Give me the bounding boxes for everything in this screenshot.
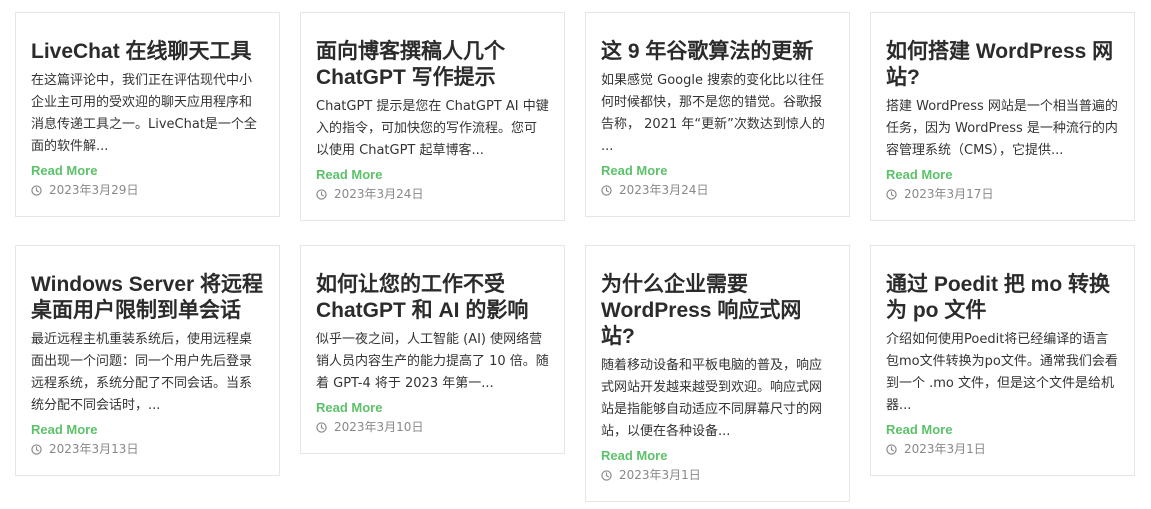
post-date-text: 2023年3月24日 — [619, 183, 709, 197]
post-excerpt: 搭建 WordPress 网站是一个相当普遍的任务，因为 WordPress 是… — [886, 99, 1118, 158]
clock-icon — [601, 184, 612, 196]
post-date: 2023年3月17日 — [886, 186, 1119, 202]
post-title[interactable]: 这 9 年谷歌算法的更新 — [601, 39, 834, 65]
post-title[interactable]: 通过 Poedit 把 mo 转换为 po 文件 — [886, 272, 1119, 324]
post-title[interactable]: 如何搭建 WordPress 网站? — [886, 39, 1119, 91]
post-date: 2023年3月13日 — [31, 441, 264, 457]
post-date-text: 2023年3月29日 — [49, 183, 139, 197]
post-excerpt: 随着移动设备和平板电脑的普及，响应式网站开发越来越受到欢迎。响应式网站是指能够自… — [601, 358, 823, 439]
post-date: 2023年3月1日 — [886, 441, 1119, 457]
post-title[interactable]: 为什么企业需要 WordPress 响应式网站? — [601, 272, 834, 350]
post-card: 如何搭建 WordPress 网站? 搭建 WordPress 网站是一个相当普… — [870, 12, 1135, 221]
clock-icon — [886, 188, 897, 200]
read-more-link[interactable]: Read More — [31, 421, 264, 439]
post-date-text: 2023年3月17日 — [904, 187, 994, 201]
post-date: 2023年3月29日 — [31, 182, 264, 198]
post-title[interactable]: Windows Server 将远程桌面用户限制到单会话 — [31, 272, 264, 324]
post-title[interactable]: 如何让您的工作不受 ChatGPT 和 AI 的影响 — [316, 272, 549, 324]
post-grid: LiveChat 在线聊天工具 在这篇评论中，我们正在评估现代中小企业主可用的受… — [15, 12, 1135, 502]
post-date-text: 2023年3月10日 — [334, 420, 424, 434]
post-excerpt: 如果感觉 Google 搜索的变化比以往任何时候都快，那不是您的错觉。谷歌报告称… — [601, 73, 825, 154]
post-excerpt: 介绍如何使用Poedit将已经编译的语言包mo文件转换为po文件。通常我们会看到… — [886, 332, 1118, 413]
post-excerpt: 在这篇评论中，我们正在评估现代中小企业主可用的受欢迎的聊天应用程序和消息传递工具… — [31, 73, 257, 154]
post-excerpt: ChatGPT 提示是您在 ChatGPT AI 中键入的指令，可加快您的写作流… — [316, 99, 549, 158]
read-more-link[interactable]: Read More — [601, 162, 834, 180]
clock-icon — [31, 184, 42, 196]
clock-icon — [601, 469, 612, 481]
read-more-link[interactable]: Read More — [316, 166, 549, 184]
post-date: 2023年3月10日 — [316, 419, 549, 435]
post-card: 这 9 年谷歌算法的更新 如果感觉 Google 搜索的变化比以往任何时候都快，… — [585, 12, 850, 217]
post-date: 2023年3月24日 — [316, 186, 549, 202]
read-more-link[interactable]: Read More — [886, 421, 1119, 439]
clock-icon — [316, 421, 327, 433]
read-more-link[interactable]: Read More — [601, 447, 834, 465]
read-more-link[interactable]: Read More — [886, 166, 1119, 184]
post-date-text: 2023年3月13日 — [49, 442, 139, 456]
post-card: 如何让您的工作不受 ChatGPT 和 AI 的影响 似乎一夜之间，人工智能 (… — [300, 245, 565, 454]
post-excerpt: 似乎一夜之间，人工智能 (AI) 使网络营销人员内容生产的能力提高了 10 倍。… — [316, 332, 549, 391]
post-excerpt: 最近远程主机重装系统后，使用远程桌面出现一个问题：同一个用户先后登录远程系统，系… — [31, 332, 253, 413]
post-date-text: 2023年3月1日 — [904, 442, 986, 456]
read-more-link[interactable]: Read More — [31, 162, 264, 180]
post-date-text: 2023年3月24日 — [334, 187, 424, 201]
post-card: 为什么企业需要 WordPress 响应式网站? 随着移动设备和平板电脑的普及，… — [585, 245, 850, 502]
post-card: Windows Server 将远程桌面用户限制到单会话 最近远程主机重装系统后… — [15, 245, 280, 476]
post-date: 2023年3月24日 — [601, 182, 834, 198]
post-card: 面向博客撰稿人几个 ChatGPT 写作提示 ChatGPT 提示是您在 Cha… — [300, 12, 565, 221]
clock-icon — [31, 443, 42, 455]
clock-icon — [316, 188, 327, 200]
post-date: 2023年3月1日 — [601, 467, 834, 483]
clock-icon — [886, 443, 897, 455]
post-date-text: 2023年3月1日 — [619, 468, 701, 482]
read-more-link[interactable]: Read More — [316, 399, 549, 417]
post-card: LiveChat 在线聊天工具 在这篇评论中，我们正在评估现代中小企业主可用的受… — [15, 12, 280, 217]
post-title[interactable]: 面向博客撰稿人几个 ChatGPT 写作提示 — [316, 39, 549, 91]
post-title[interactable]: LiveChat 在线聊天工具 — [31, 39, 264, 65]
post-card: 通过 Poedit 把 mo 转换为 po 文件 介绍如何使用Poedit将已经… — [870, 245, 1135, 476]
